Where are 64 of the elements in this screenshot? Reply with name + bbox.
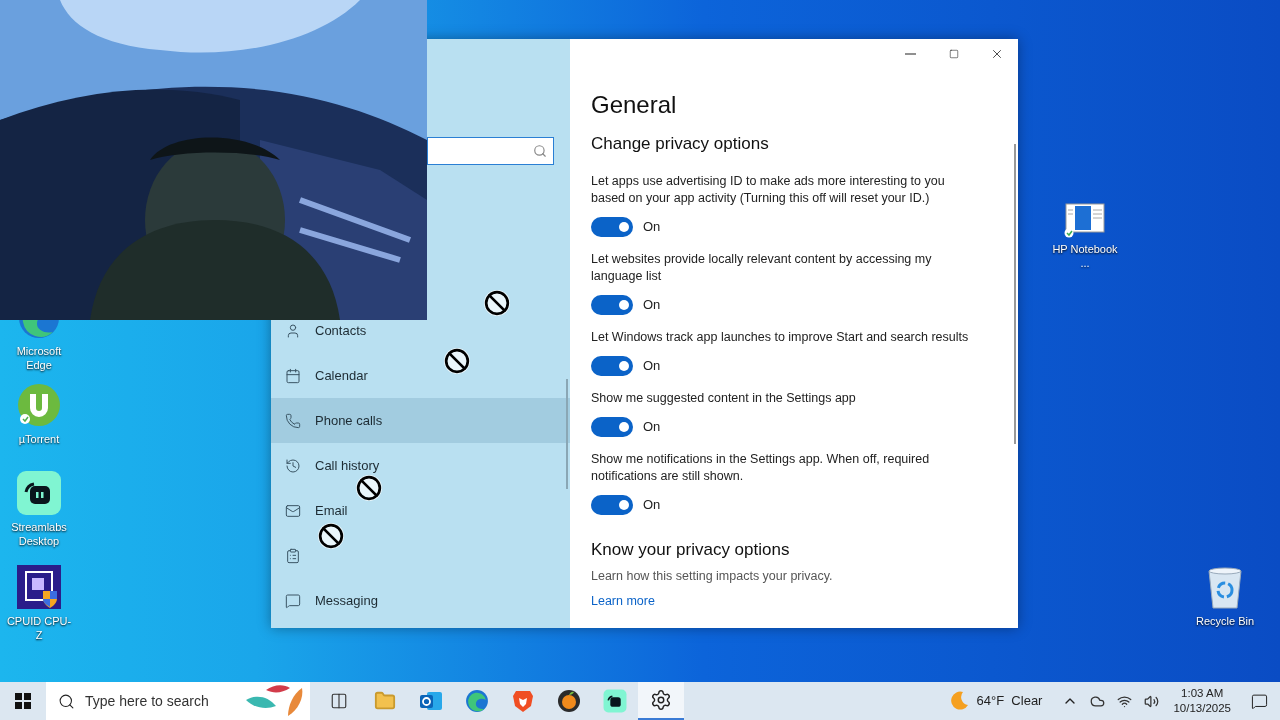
maximize-icon xyxy=(948,49,959,59)
streamlabs-icon xyxy=(16,470,62,516)
cloud-icon xyxy=(1090,693,1106,709)
toggle-state-label: On xyxy=(643,218,661,237)
mail-icon xyxy=(285,502,301,519)
taskbar-search-field[interactable]: Type here to search xyxy=(46,682,310,720)
folder-icon xyxy=(374,690,396,712)
sidebar-item[interactable]: Messaging xyxy=(271,578,570,623)
taskbar-app-button[interactable] xyxy=(638,682,684,720)
scrollbar[interactable] xyxy=(566,379,568,489)
streamlabs-icon xyxy=(603,689,627,713)
toggle-state-label: On xyxy=(643,296,661,315)
section-heading: Change privacy options xyxy=(591,133,770,155)
moon-icon xyxy=(948,691,969,711)
clipboard-icon xyxy=(285,547,301,564)
sidebar-item[interactable]: Call history xyxy=(271,443,570,488)
search-icon xyxy=(58,692,75,710)
section-heading: Know your privacy options xyxy=(591,539,791,561)
setting-description: Show me notifications in the Settings app. When off, required notifications are still shown. xyxy=(591,451,931,485)
settings-icon xyxy=(650,689,672,711)
chip-icon xyxy=(16,564,62,610)
toggle-switch[interactable] xyxy=(591,417,633,437)
clock[interactable]: 1:03 AM 10/13/2025 xyxy=(1173,686,1231,716)
browser-icon xyxy=(465,689,489,713)
person-icon xyxy=(285,322,301,339)
section-text: Learn how this setting impacts your privacy. xyxy=(591,568,834,585)
recycle-bin-icon xyxy=(1205,566,1245,610)
message-icon xyxy=(285,592,301,609)
toggle-state-label: On xyxy=(643,357,661,376)
desktop-icon-label[interactable]: HP Notebook ... xyxy=(1052,242,1118,270)
toggle-switch[interactable] xyxy=(591,356,633,376)
scrollbar[interactable] xyxy=(1014,144,1016,444)
fruit-icon xyxy=(557,689,581,713)
setting-description: Show me suggested content in the Settings app xyxy=(591,390,857,407)
calendar-icon xyxy=(285,367,301,384)
setting-description: Let Windows track app launches to improve Start and search results xyxy=(591,329,970,346)
sidebar-item[interactable]: Phone calls xyxy=(271,398,570,443)
setting-description: Let websites provide locally relevant content by accessing my language list xyxy=(591,251,933,285)
notification-icon xyxy=(1251,692,1268,710)
toggle-switch[interactable] xyxy=(591,495,633,515)
document-icon xyxy=(1064,202,1106,238)
phone-icon xyxy=(285,412,301,429)
windows-logo-icon xyxy=(15,693,31,709)
outlook-icon xyxy=(419,690,443,712)
desktop-icon-label[interactable]: Recycle Bin xyxy=(1195,614,1255,628)
wifi-icon xyxy=(1117,693,1133,709)
toggle-state-label: On xyxy=(643,418,661,437)
history-icon xyxy=(285,457,301,474)
toggle-state-label: On xyxy=(643,496,661,515)
search-icon xyxy=(533,144,547,158)
sidebar-item[interactable]: Email xyxy=(271,488,570,533)
weather-text[interactable]: 64°F Clear xyxy=(976,691,1043,711)
setting-description: Let apps use advertising ID to make ads more interesting to you based on your app activity (Turning this off will reset your ID.) xyxy=(591,173,946,207)
search-field[interactable] xyxy=(427,137,554,165)
page-title: General xyxy=(591,90,678,120)
toggle-switch[interactable] xyxy=(591,217,633,237)
task-view-icon xyxy=(330,692,348,710)
minimize-icon xyxy=(905,53,916,55)
toggle-switch[interactable] xyxy=(591,295,633,315)
learn-more-link[interactable]: Learn more xyxy=(591,591,655,611)
speaker-icon xyxy=(1144,693,1160,709)
lion-shield-icon xyxy=(512,689,534,713)
sidebar-item[interactable]: Calendar xyxy=(271,353,570,398)
torrent-icon xyxy=(16,382,62,428)
